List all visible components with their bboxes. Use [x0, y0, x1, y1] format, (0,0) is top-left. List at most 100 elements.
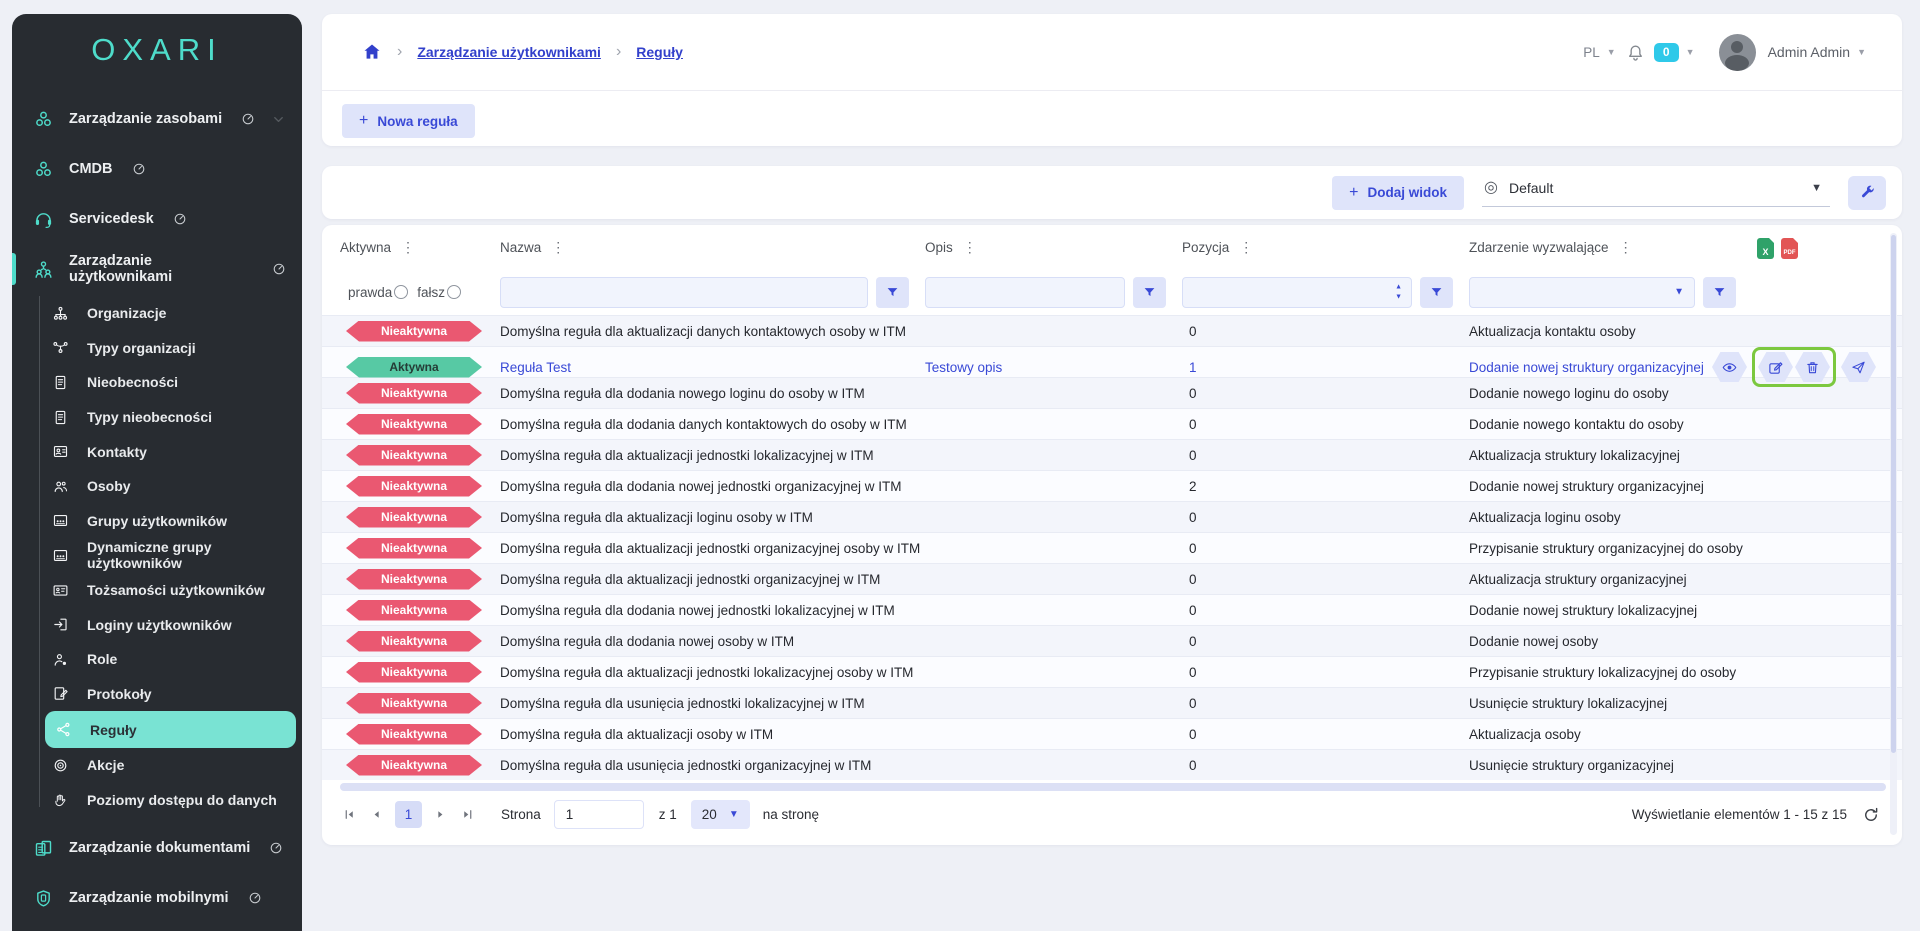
filter-button-zdarzenie[interactable] — [1703, 277, 1736, 308]
sidebar-item-protokoly[interactable]: Protokoły — [12, 677, 302, 712]
column-header-zdarzenie[interactable]: Zdarzenie wyzwalające⋮ — [1469, 239, 1752, 256]
sidebar-item-typy-nieobecnosci[interactable]: Typy nieobecności — [12, 400, 302, 435]
sidebar-item-osoby[interactable]: Osoby — [12, 469, 302, 504]
next-page-button[interactable] — [427, 801, 454, 828]
prev-page-button[interactable] — [363, 801, 390, 828]
table-row[interactable]: Nieaktywna Domyślna reguła dla aktualiza… — [322, 501, 1902, 532]
pagination: 1 Strona z 1 20 ▼ na stronę Wyświetlanie… — [322, 791, 1902, 838]
table-row[interactable]: Nieaktywna Domyślna reguła dla dodania n… — [322, 625, 1902, 656]
sidebar-item-servicedesk[interactable]: Servicedesk — [12, 194, 302, 244]
radio-false[interactable] — [447, 285, 461, 299]
rule-name: Domyślna reguła dla dodania nowego login… — [500, 386, 925, 401]
delete-button[interactable] — [1795, 352, 1830, 382]
table-row[interactable]: Nieaktywna Domyślna reguła dla dodania n… — [322, 470, 1902, 501]
chevron-down-icon[interactable]: ▼ — [1811, 182, 1822, 194]
breadcrumb-link-users[interactable]: Zarządzanie użytkownikami — [417, 44, 601, 60]
view-select[interactable]: ◎ Default ▼ — [1482, 178, 1830, 207]
filter-button-nazwa[interactable] — [876, 277, 909, 308]
table-row[interactable]: Nieaktywna Domyślna reguła dla usunięcia… — [322, 749, 1902, 780]
filter-button-pozycja[interactable] — [1420, 277, 1453, 308]
vertical-scrollbar[interactable] — [1890, 233, 1897, 835]
column-menu-icon[interactable]: ⋮ — [1619, 239, 1633, 256]
sidebar-item-kontakty[interactable]: Kontakty — [12, 434, 302, 469]
column-header-aktywna[interactable]: Aktywna⋮ — [340, 239, 500, 256]
table-row[interactable]: Nieaktywna Domyślna reguła dla aktualiza… — [322, 718, 1902, 749]
sidebar-item-akcje[interactable]: Akcje — [12, 748, 302, 783]
first-page-button[interactable] — [336, 801, 363, 828]
edit-button[interactable] — [1758, 352, 1793, 382]
column-header-opis[interactable]: Opis⋮ — [925, 239, 1182, 256]
sidebar-item-zarzadzanie-uzytkownikami[interactable]: Zarządzanie użytkownikami — [12, 244, 302, 294]
sidebar-item-reguly[interactable]: Reguły — [45, 711, 296, 748]
sidebar-item-tozsamosci-uzytkownikow[interactable]: Tożsamości użytkowników — [12, 573, 302, 608]
add-view-button[interactable]: + Dodaj widok — [1332, 176, 1464, 210]
column-menu-icon[interactable]: ⋮ — [551, 239, 565, 256]
breadcrumb-link-rules[interactable]: Reguły — [636, 44, 683, 60]
login-icon — [52, 616, 69, 633]
radio-true[interactable] — [394, 285, 408, 299]
paper-plane-icon — [1851, 360, 1866, 375]
column-menu-icon[interactable]: ⋮ — [963, 239, 977, 256]
new-rule-button[interactable]: + Nowa reguła — [342, 104, 475, 138]
sidebar-item-poziomy-dostepu-do-danych[interactable]: Poziomy dostępu do danych — [12, 783, 302, 818]
filter-input-nazwa[interactable] — [500, 277, 868, 308]
export-excel-icon[interactable]: X — [1757, 238, 1774, 259]
home-icon[interactable] — [362, 42, 382, 62]
table-row[interactable]: Nieaktywna Domyślna reguła dla dodania d… — [322, 408, 1902, 439]
headset-icon — [33, 209, 54, 230]
table-row[interactable]: Nieaktywna Domyślna reguła dla usunięcia… — [322, 687, 1902, 718]
table-row[interactable]: Nieaktywna Domyślna reguła dla dodania n… — [322, 377, 1902, 408]
export-pdf-icon[interactable]: PDF — [1781, 238, 1798, 259]
refresh-icon[interactable] — [1862, 806, 1880, 824]
filter-input-pozycja[interactable]: ▲▼ — [1182, 277, 1412, 308]
sidebar-item-label: Akcje — [87, 757, 124, 773]
sidebar-item-zarzadzanie-zasobami[interactable]: Zarządzanie zasobami — [12, 94, 302, 144]
number-spinner[interactable]: ▲▼ — [1395, 284, 1402, 301]
avatar[interactable] — [1719, 34, 1756, 71]
column-menu-icon[interactable]: ⋮ — [1239, 239, 1253, 256]
column-header-nazwa[interactable]: Nazwa⋮ — [500, 239, 925, 256]
filter-input-opis[interactable] — [925, 277, 1125, 308]
column-header-pozycja[interactable]: Pozycja⋮ — [1182, 239, 1469, 256]
sidebar-item-cmdb[interactable]: CMDB — [12, 144, 302, 194]
sidebar-item-label: Grupy użytkowników — [87, 513, 227, 529]
sidebar-item-typy-organizacji[interactable]: Typy organizacji — [12, 331, 302, 366]
chevron-down-icon[interactable]: ▼ — [1674, 287, 1684, 298]
filter-button-opis[interactable] — [1133, 277, 1166, 308]
sidebar-item-dynamiczne-grupy-uzytkownikow[interactable]: Dynamiczne grupy użytkowników — [12, 538, 302, 573]
sidebar-item-zarzadzanie-mobilnymi[interactable]: Zarządzanie mobilnymi — [12, 873, 302, 923]
table-row[interactable]: Nieaktywna Domyślna reguła dla dodania n… — [322, 594, 1902, 625]
rule-event: Przypisanie struktury lokalizacyjnej do … — [1469, 665, 1752, 680]
sidebar-item-ustawienia[interactable]: Ustawienia — [12, 923, 302, 931]
sidebar-item-loginy-uzytkownikow[interactable]: Loginy użytkowników — [12, 607, 302, 642]
sidebar-item-grupy-uzytkownikow[interactable]: Grupy użytkowników — [12, 504, 302, 539]
chevron-down-icon[interactable]: ▼ — [1686, 47, 1695, 57]
breadcrumb-separator: › — [616, 43, 621, 61]
view-button[interactable] — [1712, 352, 1747, 382]
send-button[interactable] — [1841, 352, 1876, 382]
language-selector[interactable]: PL — [1583, 45, 1600, 60]
page-size-select[interactable]: 20 ▼ — [691, 800, 750, 829]
last-page-button[interactable] — [454, 801, 481, 828]
column-menu-icon[interactable]: ⋮ — [401, 239, 415, 256]
current-page-button[interactable]: 1 — [395, 801, 422, 828]
sidebar-item-organizacje[interactable]: Organizacje — [12, 296, 302, 331]
sidebar-item-nieobecnosci[interactable]: Nieobecności — [12, 365, 302, 400]
filter-input-zdarzenie[interactable]: ▼ — [1469, 277, 1695, 308]
sidebar-item-role[interactable]: Role — [12, 642, 302, 677]
bell-icon[interactable] — [1626, 43, 1645, 62]
user-name[interactable]: Admin Admin — [1768, 44, 1850, 60]
horizontal-scrollbar[interactable] — [340, 783, 1886, 791]
page-number-input[interactable] — [554, 800, 644, 829]
table-row[interactable]: Aktywna Reguła Test Testowy opis 1 Dodan… — [322, 346, 1902, 377]
chevron-down-icon[interactable]: ▼ — [1857, 47, 1866, 57]
sidebar-item-zarzadzanie-dokumentami[interactable]: Zarządzanie dokumentami — [12, 823, 302, 873]
table-row[interactable]: Nieaktywna Domyślna reguła dla aktualiza… — [322, 439, 1902, 470]
chevron-down-icon[interactable]: ▼ — [1607, 47, 1616, 57]
table-row[interactable]: Nieaktywna Domyślna reguła dla aktualiza… — [322, 656, 1902, 687]
notification-badge[interactable]: 0 — [1654, 43, 1679, 62]
table-row[interactable]: Nieaktywna Domyślna reguła dla aktualiza… — [322, 563, 1902, 594]
view-settings-button[interactable] — [1848, 176, 1886, 210]
table-row[interactable]: Nieaktywna Domyślna reguła dla aktualiza… — [322, 532, 1902, 563]
table-row[interactable]: Nieaktywna Domyślna reguła dla aktualiza… — [322, 315, 1902, 346]
